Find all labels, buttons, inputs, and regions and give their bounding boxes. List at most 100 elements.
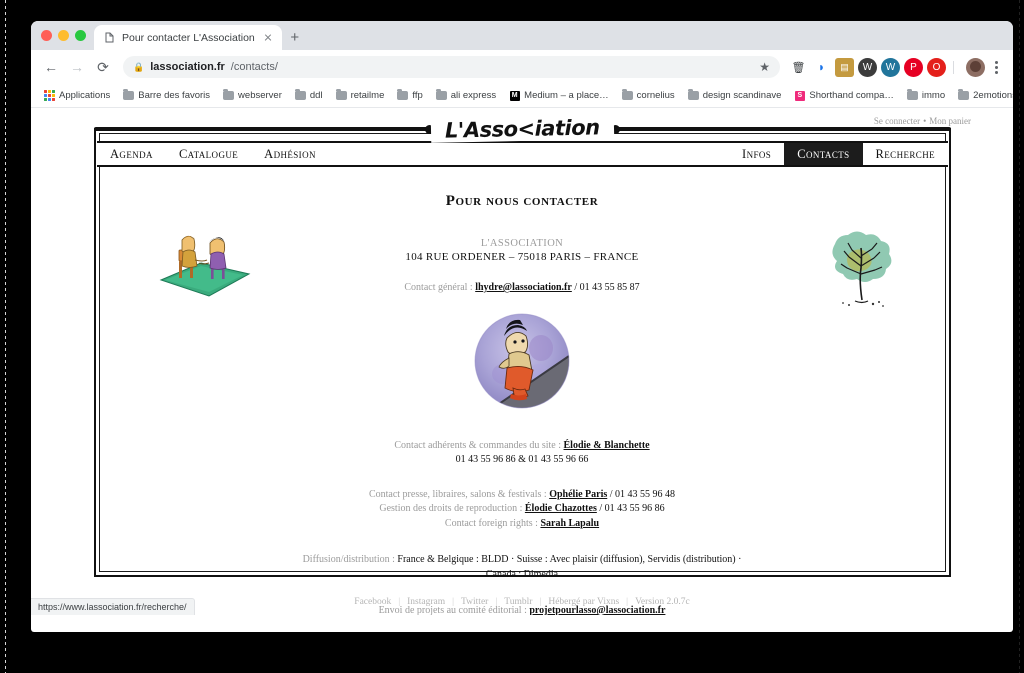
footer-link-tumblr[interactable]: Tumblr — [504, 597, 532, 607]
nav-item-contacts[interactable]: Contacts — [784, 143, 863, 165]
rights-contact-line: Gestion des droits de reproduction : Élo… — [111, 502, 933, 517]
shorthand-icon: S — [794, 90, 805, 101]
bookmark-ffp[interactable]: ffp — [392, 88, 427, 103]
window-controls — [39, 21, 94, 50]
bookmark-2emotions[interactable]: 2emotions — [953, 88, 1013, 103]
press-contact-block: Contact presse, libraires, salons & fest… — [111, 488, 933, 532]
site-logo[interactable]: L'Asso<iation — [430, 115, 615, 143]
bookmark-label: 2emotions — [973, 90, 1013, 101]
tab-title: Pour contacter L'Association — [122, 31, 255, 44]
distribution-line-2: Canada : Dimedia — [111, 568, 933, 583]
folder-icon — [435, 88, 447, 101]
picnic-illustration — [149, 230, 259, 302]
footer-link-facebook[interactable]: Facebook — [354, 597, 391, 607]
nav-item-agenda[interactable]: Agenda — [97, 143, 166, 165]
bookmark-applications[interactable]: Applications — [39, 88, 115, 103]
opera-extension-icon[interactable]: O — [927, 57, 946, 77]
bookmark-label: Shorthand compa… — [809, 90, 894, 101]
circle-illustration-wrap — [111, 312, 933, 415]
nav-item-catalogue[interactable]: Catalogue — [166, 143, 251, 165]
folder-icon — [123, 88, 135, 101]
bookmark-label: immo — [921, 90, 946, 101]
new-tab-button[interactable]: + — [282, 25, 308, 50]
members-contact-line: Contact adhérents & commandes du site : … — [111, 439, 933, 454]
logo-rule-right — [610, 124, 952, 134]
card-extension-icon[interactable]: ▤ — [835, 57, 854, 77]
close-window-button[interactable] — [41, 30, 52, 41]
bookmark-label: retailme — [350, 90, 385, 101]
maximize-window-button[interactable] — [75, 30, 86, 41]
wordpress-extension-icon[interactable]: W — [858, 57, 877, 77]
browser-window: Pour contacter L'Association + ← → ⟳ 🔒 l… — [31, 21, 1013, 632]
browser-tab[interactable]: Pour contacter L'Association — [94, 25, 282, 50]
bookmark-medium[interactable]: M Medium – a place… — [504, 88, 613, 103]
bookmark-label: Medium – a place… — [524, 90, 609, 101]
trash-extension-icon[interactable]: 🗑 — [789, 57, 808, 77]
profile-avatar[interactable] — [966, 57, 985, 77]
bookmark-cornelius[interactable]: cornelius — [617, 88, 680, 103]
tab-strip: Pour contacter L'Association + — [31, 21, 1013, 50]
footer-hosting-credit[interactable]: Hébergé par Vixns — [548, 597, 619, 607]
pinterest-extension-icon[interactable]: P — [904, 57, 923, 77]
main-navigation: Agenda Catalogue Adhésion Infos Contacts… — [97, 141, 948, 167]
bookmark-label: Barre des favoris — [138, 90, 211, 101]
bookmark-label: ddl — [309, 90, 323, 101]
back-icon[interactable]: ← — [39, 55, 63, 79]
bookmark-retailme[interactable]: retailme — [331, 88, 390, 103]
footer-link-instagram[interactable]: Instagram — [407, 597, 445, 607]
footer-separator: | — [495, 597, 498, 607]
bookmark-label: Applications — [59, 90, 111, 101]
page-content: Pour nous contacter L'ASSOCIATION 104 RU… — [111, 174, 933, 615]
lassociation-contacts-page: Se connecter • Mon panier L'Asso<iation Ag… — [31, 108, 1013, 615]
medium-icon: M — [509, 90, 520, 101]
bookmark-shorthand[interactable]: S Shorthand compa… — [789, 88, 899, 103]
bookmark-ali-express[interactable]: ali express — [431, 88, 501, 103]
bookmark-label: ali express — [450, 90, 497, 101]
browser-menu-icon[interactable] — [987, 55, 1005, 79]
rights-label: Gestion des droits de reproduction : — [379, 503, 523, 514]
footer-separator: | — [539, 597, 542, 607]
nav-item-recherche[interactable]: Recherche — [863, 143, 948, 165]
bookmark-webserver[interactable]: webserver — [218, 88, 287, 103]
press-phone: / 01 43 55 96 48 — [609, 488, 676, 500]
bookmark-immo[interactable]: immo — [902, 88, 950, 103]
folder-icon — [397, 88, 409, 101]
bookmarks-bar: Applications Barre des favoris webserver… — [31, 84, 1013, 108]
minimize-window-button[interactable] — [58, 30, 69, 41]
distribution-block: Diffusion/distribution : France & Belgiq… — [111, 553, 933, 582]
apps-grid-icon — [43, 89, 56, 102]
close-icon[interactable] — [261, 31, 275, 45]
page-viewport: Se connecter • Mon panier L'Asso<iation Ag… — [31, 108, 1013, 615]
wordpress-alt-extension-icon[interactable]: W — [881, 57, 900, 77]
flame-extension-icon[interactable]: ◗ — [812, 57, 831, 77]
rights-name-link[interactable]: Élodie Chazottes — [525, 503, 597, 514]
distribution-text-1: France & Belgique : BLDD · Suisse : Avec… — [397, 554, 742, 565]
general-contact-label: Contact général : — [404, 282, 473, 293]
toolbar-divider — [953, 60, 954, 74]
bookmark-design-scandinave[interactable]: design scandinave — [683, 88, 787, 103]
distribution-line-1: Diffusion/distribution : France & Belgiq… — [111, 553, 933, 568]
nav-item-adhesion[interactable]: Adhésion — [251, 143, 329, 165]
members-names-link[interactable]: Élodie & Blanchette — [564, 440, 650, 451]
bookmark-barre-des-favoris[interactable]: Barre des favoris — [118, 88, 215, 103]
folder-icon — [958, 88, 970, 101]
nav-item-infos[interactable]: Infos — [729, 143, 784, 165]
bookmark-label: cornelius — [636, 90, 675, 101]
bookmark-ddl[interactable]: ddl — [290, 88, 328, 103]
members-phones-line: 01 43 55 96 86 & 01 43 55 96 66 — [111, 453, 933, 468]
forward-icon[interactable]: → — [65, 55, 89, 79]
folder-icon — [294, 88, 306, 101]
bookmark-label: design scandinave — [702, 90, 782, 101]
reload-icon[interactable]: ⟳ — [91, 55, 115, 79]
bookmark-star-icon[interactable]: ★ — [759, 60, 770, 74]
address-bar[interactable]: 🔒 lassociation.fr/contacts/ ★ — [123, 56, 780, 78]
foreign-rights-name-link[interactable]: Sarah Lapalu — [540, 518, 599, 529]
footer-link-twitter[interactable]: Twitter — [461, 597, 488, 607]
press-name-link[interactable]: Ophélie Paris — [549, 489, 607, 500]
walking-figure-illustration — [473, 312, 571, 415]
url-path: /contacts/ — [230, 61, 278, 73]
general-email-link[interactable]: lhydre@lassociation.fr — [475, 282, 572, 293]
folder-icon — [906, 88, 918, 101]
members-contact-block: Contact adhérents & commandes du site : … — [111, 439, 933, 468]
press-label: Contact presse, libraires, salons & fest… — [368, 488, 547, 500]
